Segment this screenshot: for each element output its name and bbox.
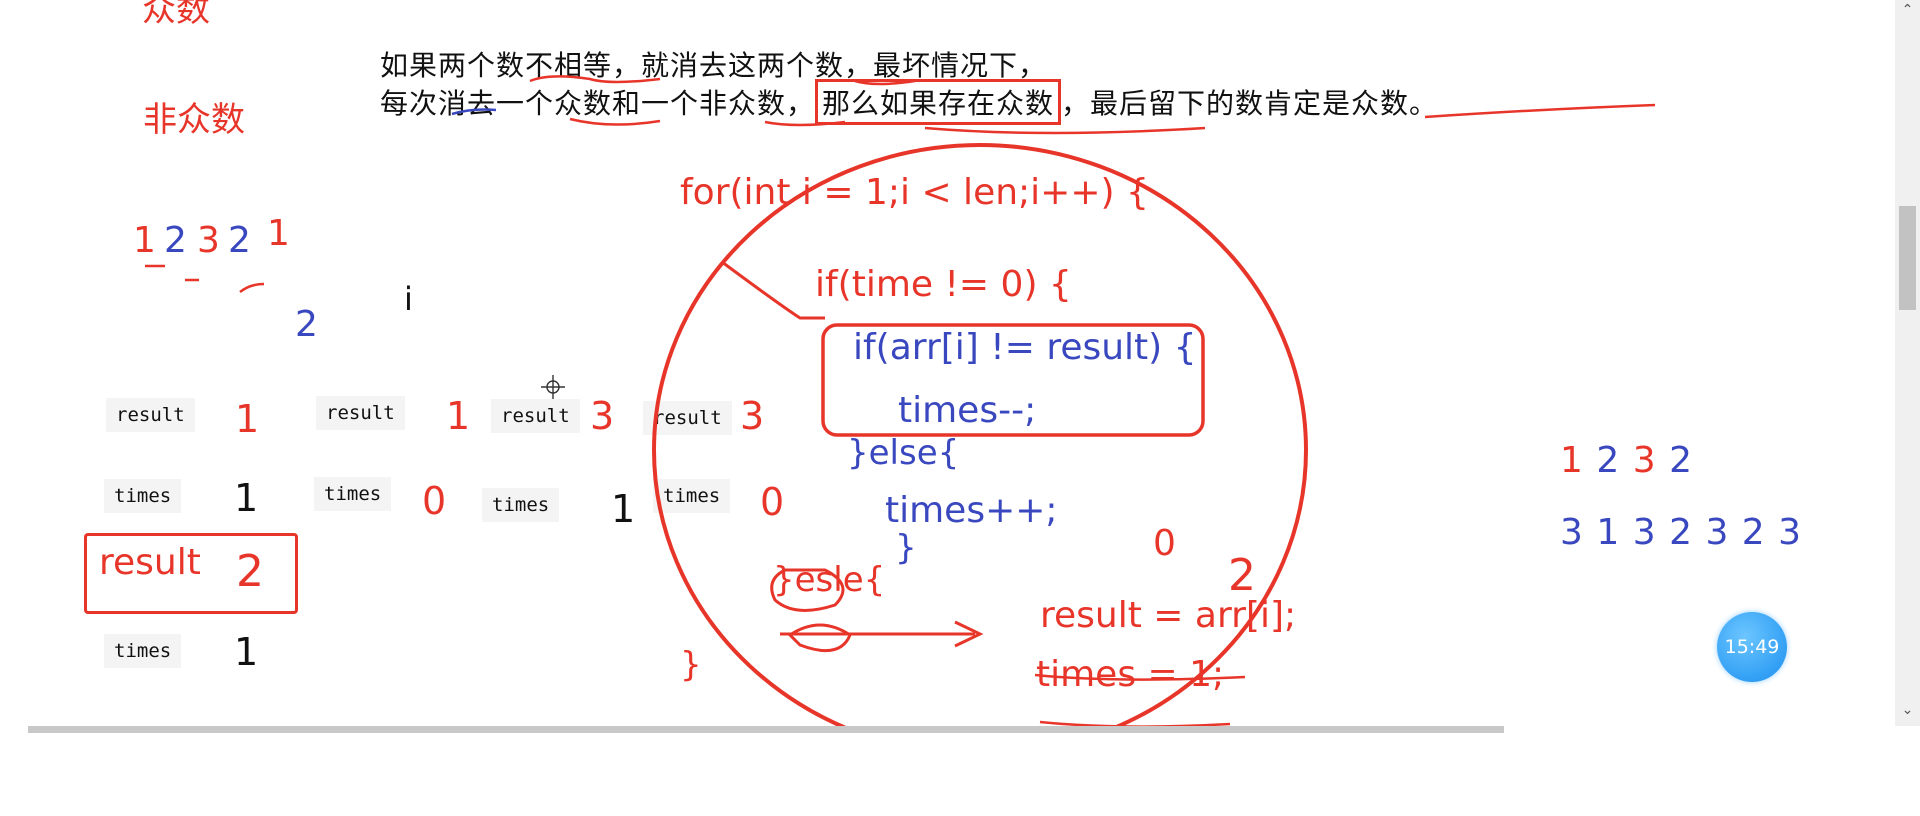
arrow-to-if bbox=[721, 260, 825, 320]
code-if-arr: if(arr[i] != result) { bbox=[853, 327, 1197, 368]
scroll-up-icon[interactable]: ⌃ bbox=[1895, 2, 1920, 18]
vertical-scrollbar[interactable]: ⌃ ⌄ bbox=[1895, 0, 1920, 726]
code-assign-times: times = 1; bbox=[1036, 654, 1225, 695]
timer-text: 15:49 bbox=[1724, 636, 1780, 658]
sequence-2-item: 3 bbox=[1705, 512, 1730, 553]
document-canvas: 众数 非众数 如果两个数不相等，就消去这两个数，最坏情况下， 每次消去一个众数和… bbox=[0, 0, 1895, 726]
code-close-2: } bbox=[680, 645, 702, 685]
sequence-1: 1 2 3 2 bbox=[1560, 440, 1693, 481]
code-for-line: for(int i = 1;i < len;i++) { bbox=[680, 172, 1149, 213]
vertical-scrollbar-thumb[interactable] bbox=[1899, 206, 1916, 310]
timer-badge[interactable]: 15:49 bbox=[1717, 612, 1787, 682]
scribble-else-2 bbox=[787, 623, 852, 653]
code-else-1: }else{ bbox=[847, 433, 960, 473]
sequence-2-item: 2 bbox=[1669, 512, 1693, 553]
code-else-2: }esle{ bbox=[773, 560, 886, 600]
sequence-2-item: 3 bbox=[1560, 512, 1584, 553]
sequence-1-item: 2 bbox=[1669, 440, 1693, 481]
sequence-2-item: 3 bbox=[1778, 512, 1803, 553]
sequence-2-item: 3 bbox=[1632, 512, 1657, 553]
sequence-1-item: 2 bbox=[1596, 440, 1621, 481]
underline-blue bbox=[451, 108, 497, 116]
horizontal-scrollbar-thumb[interactable] bbox=[28, 726, 1504, 733]
code-if-time: if(time != 0) { bbox=[815, 264, 1072, 305]
code-two: 2 bbox=[1228, 550, 1256, 601]
horizontal-scrollbar[interactable] bbox=[0, 726, 1895, 733]
code-assign-result: result = arr[i]; bbox=[1040, 595, 1297, 636]
sequence-2-item: 1 bbox=[1596, 512, 1621, 553]
sequence-1-item: 1 bbox=[1560, 440, 1584, 481]
sequence-1-item: 3 bbox=[1632, 440, 1657, 481]
blank-area bbox=[0, 733, 1920, 816]
code-times-increment: times++; bbox=[885, 490, 1058, 531]
sequence-2-item: 2 bbox=[1741, 512, 1766, 553]
cursor-crosshair bbox=[541, 375, 565, 399]
scroll-down-icon[interactable]: ⌄ bbox=[1895, 702, 1920, 718]
sequence-2: 3 1 3 2 3 2 3 bbox=[1560, 512, 1802, 553]
code-close-1: } bbox=[895, 528, 917, 568]
code-zero: 0 bbox=[1153, 523, 1176, 564]
code-times-decrement: times--; bbox=[898, 390, 1037, 431]
